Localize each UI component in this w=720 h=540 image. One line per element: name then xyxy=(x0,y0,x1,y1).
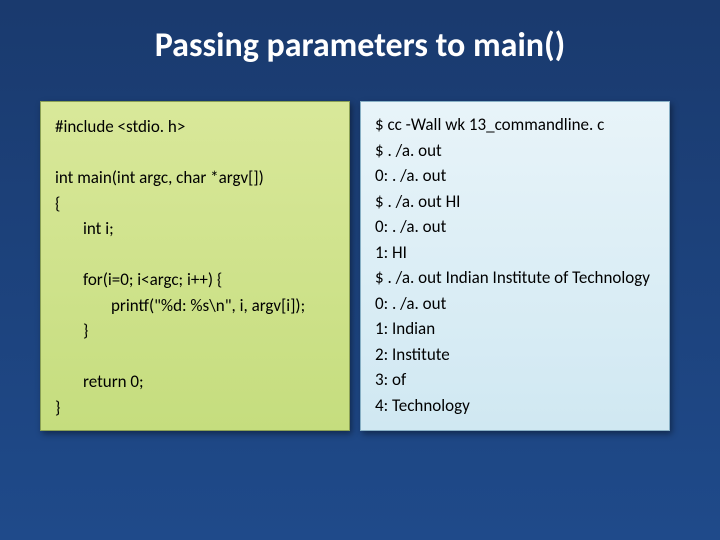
output-line: $ . /a. out Indian Institute of Technolo… xyxy=(375,265,655,291)
source-code-box: #include <stdio. h> int main(int argc, c… xyxy=(40,101,350,431)
code-line: #include <stdio. h> xyxy=(55,114,335,140)
code-line: int i; xyxy=(55,216,335,242)
output-line: 3: of xyxy=(375,367,655,393)
output-line: 1: HI xyxy=(375,240,655,266)
output-line: 0: . /a. out xyxy=(375,291,655,317)
code-line: return 0; xyxy=(55,369,335,395)
output-line: 0: . /a. out xyxy=(375,163,655,189)
content-container: #include <stdio. h> int main(int argc, c… xyxy=(40,101,680,431)
code-line: } xyxy=(55,395,335,421)
code-blank xyxy=(55,344,335,370)
code-line: int main(int argc, char *argv[]) xyxy=(55,165,335,191)
output-line: 1: Indian xyxy=(375,316,655,342)
output-line: $ . /a. out xyxy=(375,138,655,164)
output-line: $ cc -Wall wk 13_commandline. c xyxy=(375,112,655,138)
output-line: $ . /a. out HI xyxy=(375,189,655,215)
code-line: } xyxy=(55,318,335,344)
code-line: { xyxy=(55,191,335,217)
terminal-output-box: $ cc -Wall wk 13_commandline. c $ . /a. … xyxy=(360,101,670,431)
code-line: printf("%d: %s\n", i, argv[i]); xyxy=(55,293,335,319)
output-line: 4: Technology xyxy=(375,393,655,419)
code-blank xyxy=(55,242,335,268)
slide-title: Passing parameters to main() xyxy=(40,25,680,66)
code-line: for(i=0; i<argc; i++) { xyxy=(55,267,335,293)
code-blank xyxy=(55,140,335,166)
output-line: 0: . /a. out xyxy=(375,214,655,240)
output-line: 2: Institute xyxy=(375,342,655,368)
